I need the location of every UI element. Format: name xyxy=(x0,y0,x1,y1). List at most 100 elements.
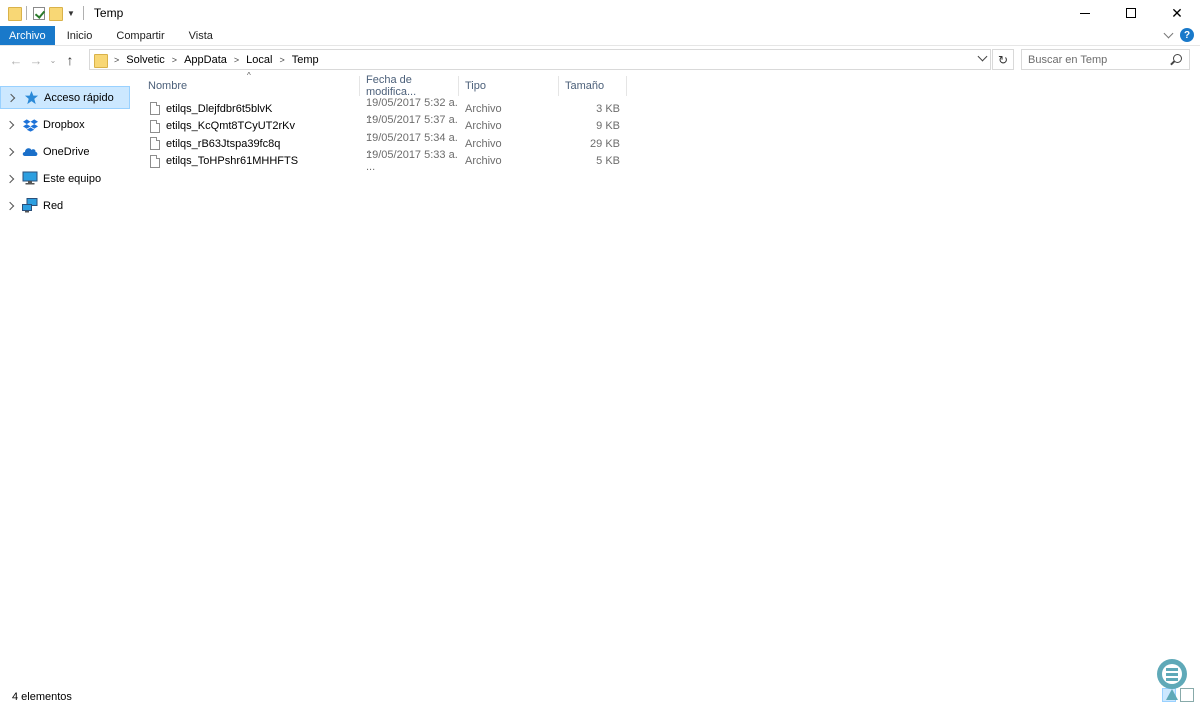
search-icon[interactable] xyxy=(1173,54,1182,63)
column-header-type[interactable]: Tipo xyxy=(459,76,559,96)
ribbon-right-controls: ? xyxy=(1163,28,1194,42)
close-icon: ✕ xyxy=(1171,5,1183,21)
close-button[interactable]: ✕ xyxy=(1154,0,1200,26)
file-name-cell: etilqs_KcQmt8TCyUT2rKv xyxy=(142,119,360,133)
column-label: Tamaño xyxy=(565,80,605,92)
breadcrumb-solvetic[interactable]: Solvetic xyxy=(126,54,165,66)
back-button[interactable]: ← xyxy=(6,49,26,71)
expand-chevron-icon[interactable] xyxy=(6,93,16,102)
navigation-bar: ← → ⌄ ↑ > Solvetic > AppData > Local > T… xyxy=(0,47,1200,73)
nav-item-dropbox[interactable]: Dropbox xyxy=(0,113,130,136)
help-icon[interactable]: ? xyxy=(1180,28,1194,42)
file-name: etilqs_Dlejfdbr6t5blvK xyxy=(166,102,273,115)
file-size: 5 KB xyxy=(596,155,620,168)
column-header-date[interactable]: Fecha de modifica... xyxy=(360,74,459,98)
star-icon xyxy=(23,90,39,106)
status-item-count: 4 elementos xyxy=(12,691,72,703)
properties-icon[interactable] xyxy=(33,6,45,20)
expand-ribbon-icon[interactable] xyxy=(1163,28,1174,39)
file-name: etilqs_KcQmt8TCyUT2rKv xyxy=(166,120,295,133)
folder-icon[interactable] xyxy=(8,6,22,21)
nav-item-label: Este equipo xyxy=(43,172,102,185)
up-button[interactable]: ↑ xyxy=(60,49,80,71)
nav-item-red[interactable]: Red xyxy=(0,194,130,217)
breadcrumb-separator[interactable]: > xyxy=(279,55,284,65)
search-placeholder: Buscar en Temp xyxy=(1028,53,1108,66)
file-type: Archivo xyxy=(465,137,502,150)
search-input[interactable]: Buscar en Temp xyxy=(1021,49,1190,70)
onedrive-icon xyxy=(22,144,38,160)
breadcrumb-local[interactable]: Local xyxy=(246,54,272,66)
breadcrumb-separator[interactable]: > xyxy=(234,55,239,65)
nav-item-label: Dropbox xyxy=(43,118,85,131)
file-name: etilqs_ToHPshr61MHHFTS xyxy=(166,155,299,168)
tab-archivo[interactable]: Archivo xyxy=(0,26,55,45)
refresh-button[interactable]: ↻ xyxy=(992,49,1014,70)
file-name-cell: etilqs_Dlejfdbr6t5blvK xyxy=(142,102,360,116)
window-title: Temp xyxy=(93,6,124,20)
window-controls: ✕ xyxy=(1062,0,1200,26)
title-bar: ▼ Temp ✕ xyxy=(0,0,1200,26)
tab-vista[interactable]: Vista xyxy=(177,26,225,45)
address-bar[interactable]: > Solvetic > AppData > Local > Temp xyxy=(89,49,991,70)
breadcrumb-separator[interactable]: > xyxy=(172,55,177,65)
nav-item-label: Red xyxy=(43,199,64,212)
sort-ascending-icon: ^ xyxy=(247,71,251,80)
divider xyxy=(26,6,27,20)
file-size: 9 KB xyxy=(596,120,620,133)
dropbox-icon xyxy=(22,117,38,133)
file-icon xyxy=(150,154,160,168)
file-list: etilqs_Dlejfdbr6t5blvK 19/05/2017 5:32 a… xyxy=(142,97,620,173)
column-label: Fecha de modifica... xyxy=(366,74,417,98)
nav-item-onedrive[interactable]: OneDrive xyxy=(0,140,130,163)
expand-chevron-icon[interactable] xyxy=(5,201,15,210)
divider xyxy=(82,6,84,20)
nav-item-este-equipo[interactable]: Este equipo xyxy=(0,167,130,190)
new-folder-icon[interactable] xyxy=(49,6,63,21)
expand-chevron-icon[interactable] xyxy=(5,120,15,129)
file-name: etilqs_rB63Jtspa39fc8q xyxy=(166,137,281,150)
file-date: 19/05/2017 5:33 a. ... xyxy=(366,149,458,174)
file-icon xyxy=(150,119,160,133)
customize-toolbar-icon[interactable]: ▼ xyxy=(67,9,75,18)
nav-item-acceso-rapido[interactable]: Acceso rápido xyxy=(0,86,130,109)
folder-icon xyxy=(94,53,108,68)
file-size: 3 KB xyxy=(596,102,620,115)
file-type: Archivo xyxy=(465,155,502,168)
breadcrumb-separator[interactable]: > xyxy=(114,55,119,65)
ribbon-tabs: Archivo Inicio Compartir Vista ? xyxy=(0,26,1200,46)
minimize-button[interactable] xyxy=(1062,0,1108,26)
nav-item-label: Acceso rápido xyxy=(44,91,114,104)
maximize-icon xyxy=(1126,8,1136,18)
address-dropdown-icon[interactable] xyxy=(977,51,988,62)
tab-inicio[interactable]: Inicio xyxy=(55,26,105,45)
file-name-cell: etilqs_ToHPshr61MHHFTS xyxy=(142,154,360,168)
breadcrumb-temp[interactable]: Temp xyxy=(292,54,319,66)
breadcrumb-appdata[interactable]: AppData xyxy=(184,54,227,66)
column-label: Tipo xyxy=(465,80,486,92)
refresh-icon: ↻ xyxy=(997,52,1009,67)
file-icon xyxy=(150,102,160,116)
column-headers: ^ Nombre Fecha de modifica... Tipo Tamañ… xyxy=(142,71,627,98)
file-row[interactable]: etilqs_ToHPshr61MHHFTS 19/05/2017 5:33 a… xyxy=(142,149,620,173)
file-icon xyxy=(150,137,160,151)
maximize-button[interactable] xyxy=(1108,0,1154,26)
forward-button[interactable]: → xyxy=(26,49,46,71)
column-header-name[interactable]: ^ Nombre xyxy=(142,71,360,96)
file-type: Archivo xyxy=(465,120,502,133)
recent-locations-button[interactable]: ⌄ xyxy=(46,49,60,71)
network-icon xyxy=(22,198,38,214)
expand-chevron-icon[interactable] xyxy=(5,147,15,156)
tab-compartir[interactable]: Compartir xyxy=(104,26,176,45)
quick-access-toolbar: ▼ Temp xyxy=(0,6,124,21)
nav-item-label: OneDrive xyxy=(43,145,90,158)
column-header-size[interactable]: Tamaño xyxy=(559,76,627,96)
watermark-logo xyxy=(1152,656,1192,702)
column-label: Nombre xyxy=(148,80,188,92)
computer-icon xyxy=(22,171,38,187)
minimize-icon xyxy=(1080,12,1090,14)
expand-chevron-icon[interactable] xyxy=(5,174,15,183)
file-name-cell: etilqs_rB63Jtspa39fc8q xyxy=(142,137,360,151)
navigation-pane: Acceso rápido Dropbox OneDrive Este equi… xyxy=(0,86,140,221)
file-size: 29 KB xyxy=(590,137,620,150)
